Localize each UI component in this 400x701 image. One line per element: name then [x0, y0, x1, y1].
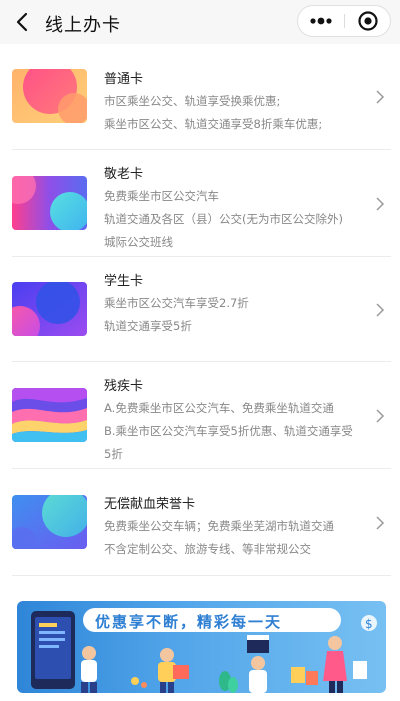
back-arrow-icon[interactable]	[10, 9, 36, 35]
card-item-disability[interactable]: 残疾卡 A.免费乘坐市区公交汽车、免费乘坐轨道交通 B.乘坐市区公交汽车享受5折…	[12, 362, 391, 469]
chevron-right-icon	[376, 90, 385, 104]
card-title: 普通卡	[104, 72, 144, 87]
card-desc-line: 城际公交班线	[104, 235, 173, 249]
card-title: 敬老卡	[104, 167, 144, 182]
card-desc-line: 轨道交通享受5折	[104, 319, 192, 333]
card-title: 学生卡	[104, 274, 144, 289]
close-target-icon[interactable]	[345, 6, 391, 36]
promo-banner[interactable]: $ 优惠享不断，精彩每一天	[17, 601, 386, 693]
card-desc-line: 不含定制公交、旅游专线、等非常规公交	[104, 542, 311, 556]
normal-card-thumbnail	[12, 69, 87, 123]
senior-card-thumbnail	[12, 176, 87, 230]
card-desc-line: 免费乘坐公交车辆；免费乘坐芜湖市轨道交通	[104, 519, 334, 533]
card-desc-line: 轨道交通及各区（县）公交(无为市区公交除外)	[104, 212, 343, 226]
card-desc-line: 5折	[104, 447, 123, 461]
card-desc-line: 乘坐市区公交、轨道交通享受8折乘车优惠;	[104, 117, 323, 131]
mini-program-capsule	[297, 5, 391, 37]
card-item-blood-donor[interactable]: 无偿献血荣誉卡 免费乘坐公交车辆；免费乘坐芜湖市轨道交通 不含定制公交、旅游专线…	[12, 469, 391, 576]
student-card-thumbnail	[12, 282, 87, 336]
card-desc-line: A.免费乘坐市区公交汽车、免费乘坐轨道交通	[104, 401, 334, 415]
nav-header: 线上办卡	[0, 0, 400, 44]
card-desc-line: 市区乘坐公交、轨道享受换乘优惠;	[104, 94, 281, 108]
row-divider	[12, 575, 391, 576]
card-title: 残疾卡	[104, 379, 144, 394]
chevron-right-icon	[376, 197, 385, 211]
card-item-normal[interactable]: 普通卡 市区乘坐公交、轨道享受换乘优惠; 乘坐市区公交、轨道交通享受8折乘车优惠…	[12, 55, 391, 150]
more-dots-icon[interactable]	[298, 6, 344, 36]
card-desc-line: 乘坐市区公交汽车享受2.7折	[104, 296, 249, 310]
card-item-senior[interactable]: 敬老卡 免费乘坐市区公交汽车 轨道交通及各区（县）公交(无为市区公交除外) 城际…	[12, 150, 391, 257]
card-item-student[interactable]: 学生卡 乘坐市区公交汽车享受2.7折 轨道交通享受5折	[12, 257, 391, 362]
card-desc-line: 免费乘坐市区公交汽车	[104, 189, 219, 203]
disability-card-thumbnail	[12, 388, 87, 442]
card-desc-line: B.乘坐市区公交汽车享受5折优惠、轨道交通享受	[104, 424, 353, 438]
blood-donor-card-thumbnail	[12, 495, 87, 549]
chevron-right-icon	[376, 409, 385, 423]
banner-slogan: 优惠享不断，精彩每一天	[95, 613, 283, 631]
chevron-right-icon	[376, 516, 385, 530]
chevron-right-icon	[376, 303, 385, 317]
svg-text:$: $	[365, 617, 373, 631]
page-title: 线上办卡	[45, 15, 121, 36]
card-title: 无偿献血荣誉卡	[104, 497, 196, 512]
